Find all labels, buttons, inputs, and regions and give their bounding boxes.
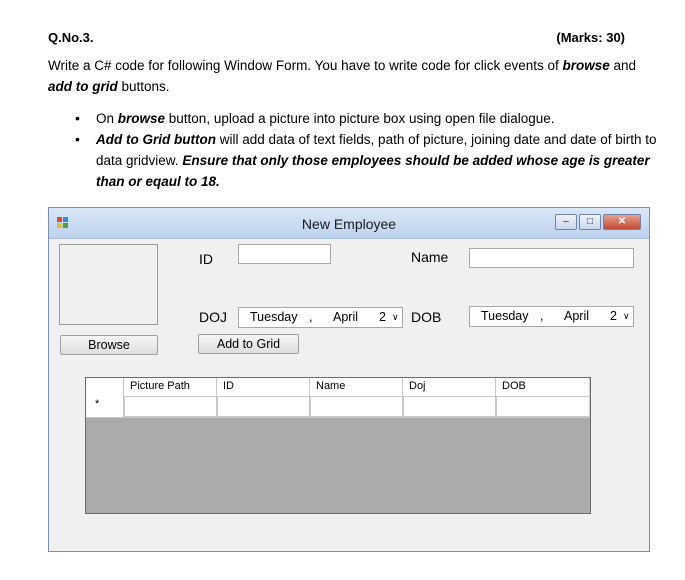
- grid-new-row[interactable]: *: [86, 396, 590, 418]
- bullet2-add-to-grid-term: Add to Grid button: [96, 132, 216, 147]
- employee-data-grid[interactable]: Picture Path ID Name Doj DOB *: [85, 377, 591, 514]
- bullet1-browse-term: browse: [117, 111, 166, 126]
- maximize-button[interactable]: □: [579, 214, 601, 230]
- dob-separator: ,: [540, 309, 544, 323]
- add-to-grid-button[interactable]: Add to Grid: [198, 334, 299, 354]
- column-header-dob[interactable]: DOB: [496, 378, 590, 396]
- cell-dob[interactable]: [496, 396, 590, 417]
- id-field[interactable]: [238, 244, 331, 264]
- grid-corner-cell[interactable]: [86, 378, 124, 396]
- picture-box: [59, 244, 158, 325]
- cell-id[interactable]: [217, 396, 310, 417]
- id-label: ID: [199, 251, 213, 267]
- dob-label: DOB: [411, 309, 442, 325]
- close-button[interactable]: ✕: [603, 214, 641, 230]
- doj-label: DOJ: [199, 309, 227, 325]
- question-intro: Write a C# code for following Window For…: [48, 55, 658, 97]
- new-row-marker-icon: *: [95, 398, 100, 410]
- chevron-down-icon[interactable]: ∨: [623, 311, 630, 322]
- doj-date: 2: [379, 310, 386, 324]
- column-header-picture-path[interactable]: Picture Path: [124, 378, 217, 396]
- new-employee-window: New Employee – □ ✕ Browse ID Name DOJ Tu…: [48, 207, 650, 552]
- question-marks: (Marks: 30): [556, 30, 625, 45]
- dob-day: Tuesday: [481, 309, 529, 323]
- cell-picture-path[interactable]: [124, 396, 217, 417]
- cell-name[interactable]: [310, 396, 403, 417]
- doj-month: April: [333, 310, 359, 324]
- column-header-name[interactable]: Name: [310, 378, 403, 396]
- intro-text-1: Write a C# code for following Window For…: [48, 58, 563, 73]
- minimize-button[interactable]: –: [555, 214, 577, 230]
- intro-text-3: buttons.: [117, 79, 170, 94]
- name-label: Name: [411, 249, 449, 265]
- window-controls: – □ ✕: [553, 214, 641, 230]
- instruction-item: Add to Grid button will add data of text…: [75, 129, 660, 192]
- browse-button[interactable]: Browse: [60, 335, 158, 355]
- doj-day: Tuesday: [250, 310, 298, 324]
- instruction-list: On browse button, upload a picture into …: [75, 108, 660, 192]
- intro-browse-term: browse: [562, 58, 610, 73]
- dob-month: April: [564, 309, 590, 323]
- instruction-item: On browse button, upload a picture into …: [75, 108, 660, 129]
- bullet1-text-2: button, upload a picture into picture bo…: [165, 111, 555, 126]
- question-number: Q.No.3.: [48, 30, 94, 45]
- intro-add-to-grid-term: add to grid: [48, 79, 118, 94]
- doj-separator: ,: [309, 310, 313, 324]
- dob-date-picker[interactable]: Tuesday , April 2 ∨: [469, 306, 634, 327]
- column-header-id[interactable]: ID: [217, 378, 310, 396]
- grid-header-row: Picture Path ID Name Doj DOB: [86, 378, 590, 397]
- dob-date: 2: [610, 309, 617, 323]
- bullet1-text-1: On: [96, 111, 118, 126]
- chevron-down-icon[interactable]: ∨: [392, 312, 399, 323]
- column-header-doj[interactable]: Doj: [403, 378, 496, 396]
- intro-text-2: and: [609, 58, 637, 73]
- window-titlebar[interactable]: New Employee – □ ✕: [49, 208, 649, 239]
- cell-doj[interactable]: [403, 396, 496, 417]
- doj-date-picker[interactable]: Tuesday , April 2 ∨: [238, 307, 403, 328]
- name-field[interactable]: [469, 248, 634, 268]
- row-header-cell[interactable]: *: [86, 396, 124, 417]
